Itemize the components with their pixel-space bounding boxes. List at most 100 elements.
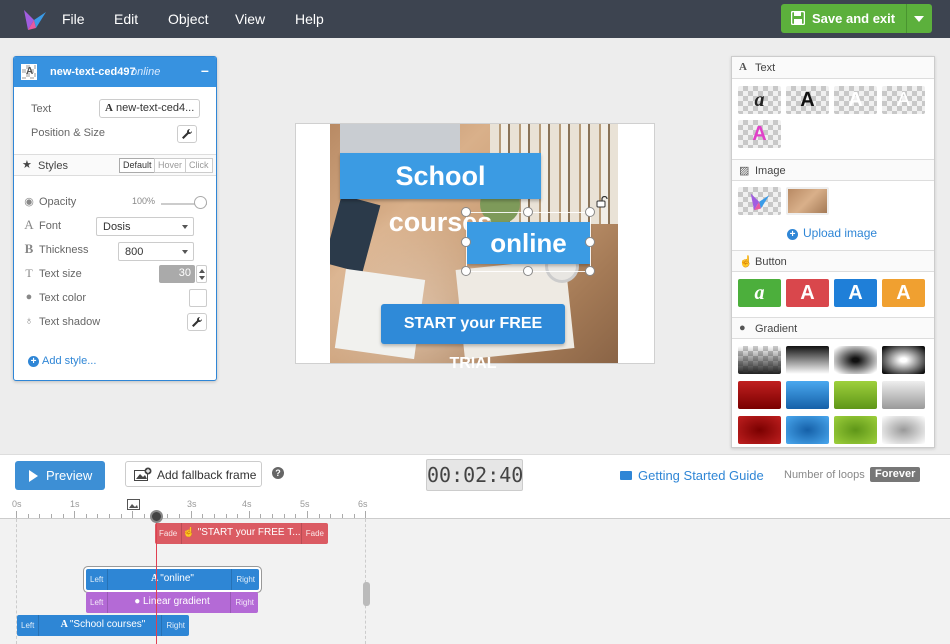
gradient-preset-3[interactable] <box>834 346 877 374</box>
fallback-frame-marker-icon[interactable] <box>127 499 140 510</box>
gradient-preset-9[interactable] <box>738 416 781 444</box>
time-ruler[interactable]: 0s 1s 3s 4s 5s 6s <box>0 495 950 519</box>
resize-handle-s[interactable] <box>523 266 533 276</box>
timeline-toolbar: Preview Add fallback frame ? 00:02:40 Ge… <box>0 454 950 495</box>
ruler-tick <box>109 514 111 518</box>
gradient-preset-2[interactable] <box>786 346 829 374</box>
ruler-tick <box>39 514 41 518</box>
button-preset-green[interactable]: a <box>738 279 781 307</box>
menu-object[interactable]: Object <box>168 11 208 27</box>
ruler-tick <box>365 511 367 518</box>
video-camera-icon <box>620 471 632 480</box>
resize-handle-nw[interactable] <box>461 207 471 217</box>
button-section-header: ☝ Button <box>732 250 934 272</box>
position-size-button[interactable] <box>177 125 197 143</box>
school-courses-text[interactable]: School courses <box>340 153 541 237</box>
ruler-tick <box>283 514 285 518</box>
gradient-preset-4[interactable] <box>882 346 925 374</box>
tick-label: 6s <box>358 499 368 509</box>
gradient-preset-7[interactable] <box>834 381 877 409</box>
thickness-row: B Thickness 800 <box>23 241 209 261</box>
loops-value-badge[interactable]: Forever <box>870 467 921 482</box>
minimize-icon[interactable]: – <box>201 62 209 78</box>
text-color-label: Text color <box>39 292 87 304</box>
text-icon: A <box>60 619 70 630</box>
text-color-swatch[interactable] <box>189 289 207 307</box>
floppy-disk-icon <box>791 11 805 25</box>
timeline-resize-handle[interactable] <box>363 582 370 606</box>
app-logo-icon[interactable] <box>22 6 48 32</box>
text-size-input[interactable]: 30 <box>159 265 195 283</box>
ruler-tick <box>237 514 239 518</box>
menu-edit[interactable]: Edit <box>114 11 138 27</box>
tab-hover[interactable]: Hover <box>154 158 187 173</box>
menu-help[interactable]: Help <box>295 11 324 27</box>
text-preset-script[interactable]: a <box>738 86 781 114</box>
tab-click[interactable]: Click <box>185 158 213 173</box>
resize-handle-n[interactable] <box>523 207 533 217</box>
clip-linear-gradient[interactable]: Left ● Linear gradient Right <box>86 592 258 613</box>
menu-file[interactable]: File <box>62 11 85 27</box>
unlock-icon[interactable] <box>596 196 608 208</box>
font-label: Font <box>39 220 62 232</box>
text-preset-black[interactable]: A <box>786 86 829 114</box>
clip-online[interactable]: Left A "online" Right <box>86 569 259 590</box>
text-shadow-row: ♁ Text shadow <box>23 313 209 331</box>
image-photo-thumbnail[interactable] <box>786 187 829 215</box>
resize-handle-se[interactable] <box>585 266 595 276</box>
clip-out-animation[interactable]: Fade <box>300 523 328 544</box>
opacity-value: 100% <box>132 196 156 206</box>
save-and-exit-button[interactable]: Save and exit <box>781 4 932 33</box>
menu-view[interactable]: View <box>235 11 265 27</box>
button-preset-blue[interactable]: A <box>834 279 877 307</box>
start-free-trial-button[interactable]: START your FREE TRIAL <box>381 304 565 372</box>
gradient-preset-12[interactable] <box>882 416 925 444</box>
tick-label: 3s <box>187 499 197 509</box>
save-options-chevron-down-icon[interactable] <box>914 16 924 22</box>
button-preset-orange[interactable]: A <box>882 279 925 307</box>
resize-handle-e[interactable] <box>585 237 595 247</box>
text-size-label: Text size <box>39 268 82 280</box>
clip-out-animation[interactable]: Right <box>230 592 258 613</box>
opacity-slider-handle[interactable] <box>194 196 207 209</box>
gradient-preset-10[interactable] <box>786 416 829 444</box>
upload-image-link[interactable]: + Upload image <box>787 226 877 240</box>
text-size-stepper[interactable] <box>196 265 207 283</box>
text-preset-white[interactable]: A <box>834 86 877 114</box>
thickness-select[interactable]: 800 <box>118 242 194 261</box>
text-value-field[interactable]: A new-text-ced4... <box>99 99 200 118</box>
tab-default[interactable]: Default <box>119 158 156 173</box>
image-logo-thumbnail[interactable] <box>738 187 781 215</box>
clip-out-animation[interactable]: Right <box>161 615 189 636</box>
add-fallback-frame-button[interactable]: Add fallback frame <box>125 461 262 487</box>
help-icon[interactable]: ? <box>272 467 284 479</box>
gradient-preset-6[interactable] <box>786 381 829 409</box>
text-shadow-button[interactable] <box>187 313 207 331</box>
add-style-link[interactable]: + Add style... <box>28 355 96 367</box>
ruler-tick <box>307 511 308 518</box>
preview-button[interactable]: Preview <box>15 461 105 490</box>
clip-out-animation[interactable]: Right <box>231 569 259 590</box>
text-preset-outline[interactable]: A <box>882 86 925 114</box>
clip-school-courses[interactable]: Left A "School courses" Right <box>17 615 189 636</box>
gradient-preset-1[interactable] <box>738 346 781 374</box>
resize-handle-w[interactable] <box>461 237 471 247</box>
text-preset-pink[interactable]: A <box>738 120 781 148</box>
resize-handle-sw[interactable] <box>461 266 471 276</box>
getting-started-guide-link[interactable]: Getting Started Guide <box>620 468 764 483</box>
clip-start-free-trial[interactable]: Fade ☝ "START your FREE T... Fade <box>155 523 328 544</box>
ruler-tick <box>213 514 215 518</box>
gradient-preset-8[interactable] <box>882 381 925 409</box>
resize-handle-ne[interactable] <box>585 207 595 217</box>
time-display: 00:02:40 <box>426 459 523 491</box>
gradient-preset-5[interactable] <box>738 381 781 409</box>
ruler-tick <box>50 514 52 518</box>
properties-header[interactable]: A new-text-ced497 online – <box>14 57 216 87</box>
ruler-tick <box>74 511 76 518</box>
button-preset-red[interactable]: A <box>786 279 829 307</box>
playhead-handle[interactable] <box>150 510 163 523</box>
gradient-preset-11[interactable] <box>834 416 877 444</box>
ruler-tick <box>248 511 250 518</box>
font-select[interactable]: Dosis <box>96 217 194 236</box>
wrench-icon <box>182 128 193 139</box>
